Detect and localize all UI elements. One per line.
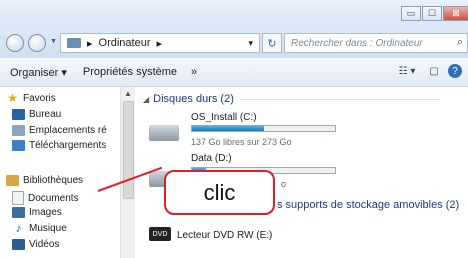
scroll-up-icon[interactable]: ▲ bbox=[124, 89, 132, 98]
view-options-icon[interactable]: ☷ ▾ bbox=[394, 64, 420, 78]
annotation-callout: clic bbox=[164, 170, 275, 215]
drive-c-free-space: 137 Go libres sur 273 Go bbox=[191, 137, 292, 147]
back-button[interactable] bbox=[6, 34, 24, 52]
libraries-icon bbox=[6, 175, 19, 186]
toolbar-right: ☷ ▾ ▢ ? bbox=[388, 64, 462, 78]
history-dropdown-icon[interactable]: ▼ bbox=[50, 38, 57, 45]
drive-d-free-space-partial: o bbox=[281, 179, 287, 189]
address-dropdown-icon[interactable]: ▾ bbox=[248, 38, 253, 49]
refresh-button[interactable]: ↻ bbox=[262, 33, 282, 53]
more-commands-button[interactable]: » bbox=[191, 66, 197, 78]
music-icon: ♪ bbox=[15, 221, 22, 235]
sidebar-item-emplacements-recents[interactable]: Emplacements ré bbox=[12, 125, 107, 136]
search-input[interactable]: Rechercher dans : Ordinateur ⌕ bbox=[284, 33, 468, 53]
group-header-disques-durs[interactable]: ◢ Disques durs (2) bbox=[143, 93, 440, 105]
search-icon: ⌕ bbox=[456, 36, 463, 48]
sidebar-item-documents[interactable]: Documents bbox=[12, 191, 79, 205]
forward-button[interactable] bbox=[28, 34, 46, 52]
sidebar-item-musique[interactable]: ♪ Musique bbox=[12, 221, 67, 235]
dvd-drive-icon: DVD bbox=[149, 227, 171, 241]
minimize-button[interactable]: ▭ bbox=[401, 6, 421, 21]
title-bar: ▭ ☐ ⊠ bbox=[0, 0, 468, 28]
sidebar-item-videos[interactable]: Vidéos bbox=[12, 239, 59, 250]
dvd-drive-name[interactable]: Lecteur DVD RW (E:) bbox=[177, 230, 272, 241]
proprietes-systeme-button[interactable]: Propriétés système bbox=[83, 66, 177, 78]
navigation-bar: ▼ ▸ Ordinateur ▸ ▾ ↻ Rechercher dans : O… bbox=[0, 28, 468, 58]
callout-label: clic bbox=[203, 179, 236, 205]
sidebar-item-images[interactable]: Images bbox=[12, 207, 62, 218]
maximize-button[interactable]: ☐ bbox=[422, 6, 442, 21]
videos-icon bbox=[12, 239, 25, 250]
sidebar-item-bureau[interactable]: Bureau bbox=[12, 109, 61, 120]
sidebar-item-telechargements[interactable]: Téléchargements bbox=[12, 140, 106, 151]
help-icon[interactable]: ? bbox=[448, 64, 462, 78]
drive-c-usage-fill bbox=[192, 126, 264, 131]
organiser-menu[interactable]: Organiser ▾ bbox=[10, 66, 67, 79]
command-toolbar: Organiser ▾ Propriétés système » ☷ ▾ ▢ ? bbox=[0, 58, 468, 87]
scrollbar-thumb[interactable] bbox=[123, 101, 134, 199]
images-icon bbox=[12, 207, 25, 218]
window-controls: ▭ ☐ ⊠ bbox=[400, 6, 468, 21]
close-button[interactable]: ⊠ bbox=[443, 6, 468, 21]
sidebar-item-bibliotheques[interactable]: Bibliothèques bbox=[6, 175, 83, 186]
navigation-scrollbar[interactable]: ▲ bbox=[120, 87, 135, 258]
sidebar-item-favoris[interactable]: ★ Favoris bbox=[6, 91, 56, 105]
desktop-icon bbox=[12, 109, 25, 120]
downloads-icon bbox=[12, 140, 25, 151]
hard-drive-icon bbox=[149, 125, 179, 141]
preview-pane-icon[interactable]: ▢ bbox=[426, 64, 442, 78]
drive-d-name[interactable]: Data (D:) bbox=[191, 153, 232, 164]
group-header-supports-amovibles[interactable]: s supports de stockage amovibles (2) bbox=[277, 199, 459, 211]
drive-c-name[interactable]: OS_Install (C:) bbox=[191, 112, 257, 123]
address-segment-ordinateur[interactable]: Ordinateur bbox=[99, 37, 151, 49]
drive-c-usage-bar bbox=[191, 125, 336, 132]
address-arrow-icon[interactable]: ▸ bbox=[157, 37, 163, 50]
navigation-pane: ★ Favoris Bureau Emplacements ré Télécha… bbox=[0, 87, 128, 258]
search-placeholder: Rechercher dans : Ordinateur bbox=[291, 37, 423, 49]
recent-places-icon bbox=[12, 125, 25, 136]
star-icon: ★ bbox=[7, 91, 18, 105]
group-divider bbox=[239, 98, 440, 100]
address-bar[interactable]: ▸ Ordinateur ▸ ▾ bbox=[60, 33, 260, 53]
computer-icon bbox=[67, 38, 81, 48]
documents-icon bbox=[12, 191, 24, 205]
address-arrow-icon[interactable]: ▸ bbox=[87, 37, 93, 50]
collapse-triangle-icon[interactable]: ◢ bbox=[143, 95, 149, 104]
